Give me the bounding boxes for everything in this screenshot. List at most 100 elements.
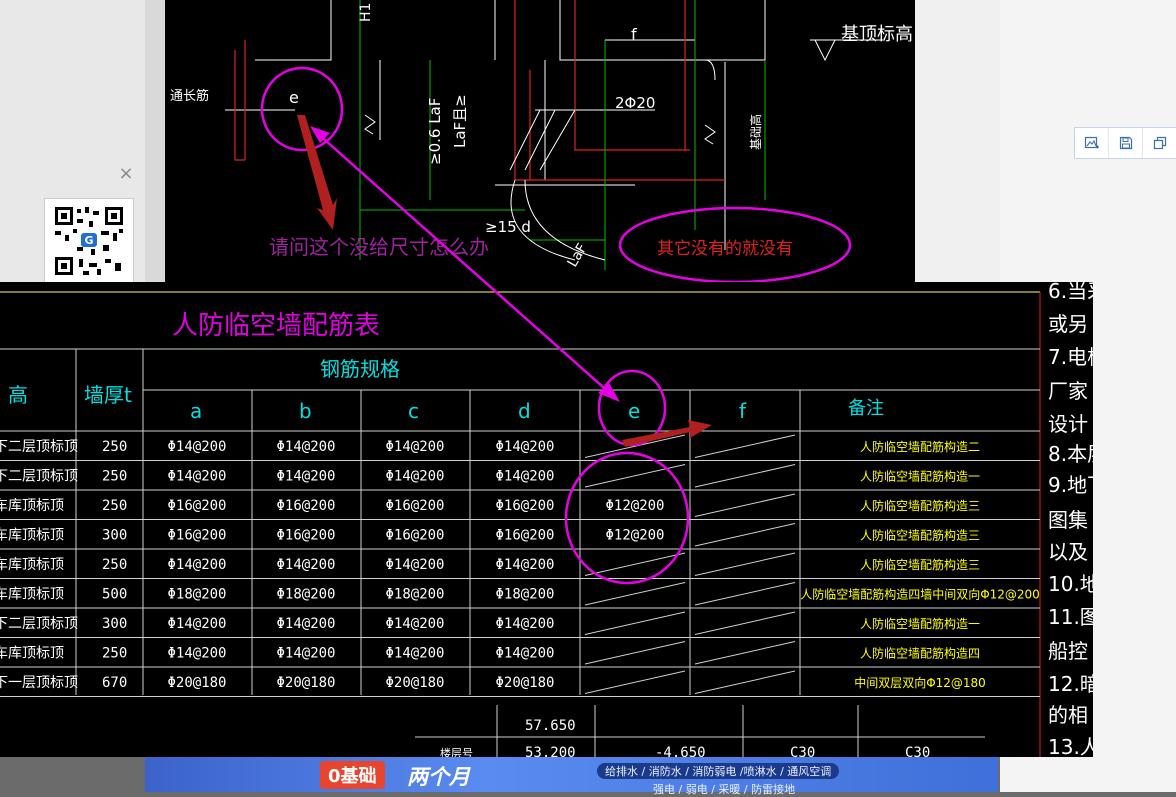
bottom-val3: C30 <box>905 745 930 757</box>
label-h1: H1 <box>358 3 374 22</box>
banner-tags2: 强电 / 弱电 / 采暖 / 防雷接地 <box>653 783 796 796</box>
cell-a: Φ14@200 <box>167 646 226 662</box>
insert-image-icon[interactable] <box>1075 128 1109 158</box>
side-note: 9.地下 <box>1048 473 1093 497</box>
cell-a: Φ16@200 <box>167 528 226 544</box>
image-toolbar <box>1074 127 1176 159</box>
cell-e-diagonal <box>584 641 686 665</box>
side-note: 6.当采 <box>1048 282 1093 303</box>
cell-height: 车库顶标顶 <box>0 645 64 662</box>
side-note: 以及 <box>1048 540 1088 564</box>
cell-note: 中间双层双向Φ12@180 <box>854 675 986 690</box>
bottom-val2: C30 <box>790 745 815 757</box>
cell-height: 下二层顶标顶 <box>0 439 78 455</box>
col-header-f: f <box>739 399 747 423</box>
side-note: 12.暗 <box>1048 672 1093 696</box>
cell-height: 车库顶标顶 <box>0 527 64 544</box>
label-jidingbiaogao: 基顶标高 <box>841 24 913 45</box>
cell-b: Φ20@180 <box>276 675 335 691</box>
cell-d: Φ16@200 <box>495 498 554 514</box>
cell-f-diagonal <box>694 523 796 547</box>
cell-e-diagonal <box>584 611 686 635</box>
cell-c: Φ14@200 <box>385 646 444 662</box>
table-title: 人防临空墙配筋表 <box>172 311 380 341</box>
label-06laf: ≥0.6 LaF <box>426 98 444 165</box>
col-header-height: 高 <box>8 383 28 407</box>
label-laf3: LaF <box>565 241 591 270</box>
cell-a: Φ20@180 <box>167 675 226 691</box>
cell-note: 人防临空墙配筋构造一 <box>860 469 980 484</box>
cell-c: Φ14@200 <box>385 469 444 485</box>
col-header-spec: 钢筋规格 <box>320 357 400 381</box>
cell-f-diagonal <box>694 611 796 635</box>
cell-thickness: 250 <box>102 498 127 514</box>
label-jichugao: 基础高 <box>748 114 763 150</box>
cell-d: Φ14@200 <box>495 439 554 455</box>
main-cad-table: 人防临空墙配筋表 高 墙厚t 钢筋规格 a b c d e f 备注 下二层顶标… <box>0 282 1093 757</box>
cell-thickness: 300 <box>102 528 127 544</box>
cell-b: Φ14@200 <box>276 469 335 485</box>
cell-e-diagonal <box>584 464 686 488</box>
side-note: 10.地 <box>1048 572 1093 596</box>
cell-b: Φ18@200 <box>276 587 335 603</box>
ad-banner[interactable]: 0基础 两个月 给排水 / 消防水 / 消防弱电 /喷淋水 / 通风空调 强电 … <box>145 757 998 796</box>
cell-height: 下二层顶标顶 <box>0 616 78 632</box>
cell-a: Φ14@200 <box>167 557 226 573</box>
cell-d: Φ14@200 <box>495 557 554 573</box>
cell-d: Φ20@180 <box>495 675 554 691</box>
banner-tags: 给排水 / 消防水 / 消防弱电 /喷淋水 / 通风空调 <box>597 763 840 779</box>
top-cad-drawing: H1 基顶标高 f 通长筋 e ≥0.6 LaF LaF且≥ 2Φ20 基础高 … <box>165 0 915 282</box>
copy-icon[interactable] <box>1143 128 1176 158</box>
cell-thickness: 250 <box>102 557 127 573</box>
cell-note: 人防临空墙配筋构造三 <box>860 498 980 513</box>
cell-f-diagonal <box>694 464 796 488</box>
red-arrow-down <box>297 115 337 230</box>
cell-thickness: 250 <box>102 439 127 455</box>
highlight-circle-e-values <box>564 451 690 585</box>
side-note: 或另 <box>1048 312 1088 336</box>
cell-height: 车库顶标顶 <box>0 556 64 573</box>
close-icon[interactable]: × <box>118 165 134 183</box>
label-e-top: e <box>289 88 299 107</box>
left-sidebar-strip <box>145 0 165 282</box>
cell-f-diagonal <box>694 582 796 606</box>
col-header-d: d <box>518 399 531 423</box>
cell-a: Φ16@200 <box>167 498 226 514</box>
cell-f-diagonal <box>694 670 796 694</box>
col-header-c: c <box>408 399 419 423</box>
annotation-question: 请问这个没给尺寸怎么办 <box>269 235 489 259</box>
bottom-elev1: 57.650 <box>525 718 576 734</box>
col-header-a: a <box>190 399 202 423</box>
bottom-val1: -4.650 <box>655 745 706 757</box>
col-header-e: e <box>628 399 640 423</box>
cell-c: Φ14@200 <box>385 557 444 573</box>
cell-b: Φ16@200 <box>276 528 335 544</box>
cell-thickness: 250 <box>102 646 127 662</box>
side-note: 图集 <box>1048 508 1088 532</box>
cell-thickness: 300 <box>102 616 127 632</box>
cell-e-diagonal <box>584 670 686 694</box>
cell-a: Φ14@200 <box>167 469 226 485</box>
cell-b: Φ14@200 <box>276 439 335 455</box>
cell-a: Φ14@200 <box>167 439 226 455</box>
bottom-elev2: 53.200 <box>525 745 576 757</box>
col-header-note: 备注 <box>848 398 884 419</box>
annotation-answer: 其它没有的就没有 <box>657 239 793 259</box>
bottom-label: 楼层号 <box>440 746 473 757</box>
cell-thickness: 670 <box>102 675 127 691</box>
cell-e: Φ12@200 <box>605 528 664 544</box>
label-tongchangjin: 通长筋 <box>170 88 209 104</box>
cell-thickness: 250 <box>102 469 127 485</box>
cell-d: Φ16@200 <box>495 528 554 544</box>
svg-text:G: G <box>84 234 93 247</box>
banner-big2: 两个月 <box>407 765 470 789</box>
side-note: 7.电梯 <box>1048 345 1093 369</box>
label-2phi20: 2Φ20 <box>615 94 655 112</box>
red-arrow-right <box>622 420 712 447</box>
cell-e: Φ12@200 <box>605 498 664 514</box>
cell-a: Φ18@200 <box>167 587 226 603</box>
side-note: 船控 <box>1048 639 1088 663</box>
qr-code-icon: G <box>44 198 134 284</box>
side-note: 设计 <box>1048 412 1088 436</box>
save-icon[interactable] <box>1109 128 1143 158</box>
